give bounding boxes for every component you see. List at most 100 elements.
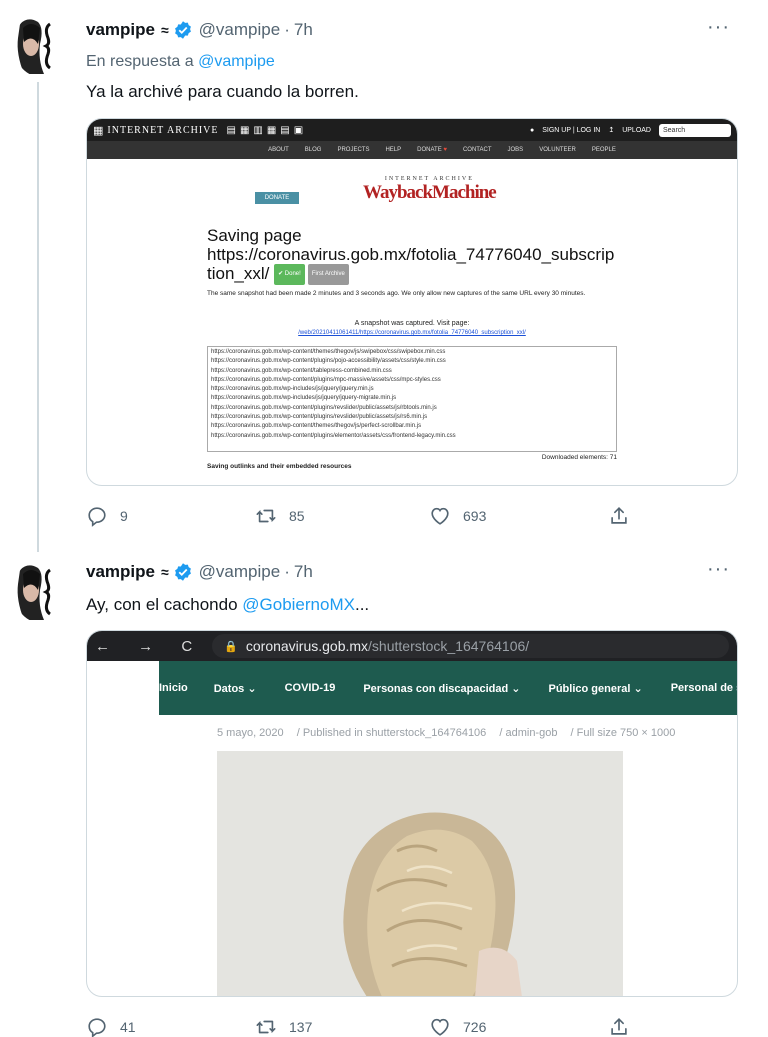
tweet-text-prefix: Ay, con el cachondo bbox=[86, 595, 238, 614]
tweet-media-image[interactable]: ▦ INTERNET ARCHIVE ▤▦▥▦▤▣ ● SIGN UP | LO… bbox=[86, 118, 738, 486]
share-button[interactable] bbox=[608, 505, 630, 527]
nav-item-donate: DONATE ♥ bbox=[417, 147, 447, 153]
tweet-media-image[interactable]: ← → C 🔒 coronavirus.gob.mx/shutterstock_… bbox=[86, 630, 738, 997]
heart-icon: ♥ bbox=[443, 147, 447, 153]
captured-text: A snapshot was captured. Visit page: bbox=[354, 320, 470, 327]
meta-author: / admin-gob bbox=[499, 727, 558, 739]
menu-item: Personas con discapacidad ⌄ bbox=[363, 682, 521, 695]
heart-icon bbox=[431, 1018, 449, 1036]
tweet-text-suffix: ... bbox=[354, 595, 370, 614]
browser-nav-icons: ← → C bbox=[95, 637, 205, 655]
avatar[interactable] bbox=[14, 14, 62, 76]
reply-icon bbox=[88, 507, 106, 527]
dot-separator: · bbox=[284, 562, 290, 581]
more-options-icon[interactable]: ··· bbox=[707, 16, 730, 39]
retweet-count: 85 bbox=[289, 508, 305, 524]
reply-icon bbox=[88, 1018, 106, 1037]
tweet-text: Ya la archivé para cuando la borren. bbox=[86, 82, 359, 101]
attachment-meta: 5 mayo, 2020 / Published in shutterstock… bbox=[217, 727, 685, 739]
avatar-image bbox=[14, 14, 62, 76]
ia-logo: INTERNET ARCHIVE bbox=[107, 124, 219, 136]
blonde-hair-photo bbox=[217, 751, 623, 996]
menu-item: Inicio bbox=[159, 682, 188, 694]
resource-line: https://coronavirus.gob.mx/wp-content/th… bbox=[211, 349, 446, 355]
retweet-icon bbox=[256, 509, 276, 523]
url-path: /shutterstock_164764106/ bbox=[368, 638, 530, 654]
donate-button: DONATE bbox=[255, 192, 299, 204]
menu-item: Personal de salud bbox=[670, 682, 737, 694]
retweet-icon bbox=[256, 1020, 276, 1034]
display-name[interactable]: vampipe bbox=[86, 562, 155, 582]
share-icon bbox=[611, 1018, 627, 1035]
resource-line: https://coronavirus.gob.mx/wp-includes/j… bbox=[211, 386, 374, 393]
resource-line: https://coronavirus.gob.mx/wp-content/pl… bbox=[211, 358, 446, 365]
verified-badge-icon bbox=[174, 563, 191, 581]
like-count: 726 bbox=[463, 1019, 487, 1035]
meta-size: / Full size 750 × 1000 bbox=[570, 727, 676, 739]
resource-line: https://coronavirus.gob.mx/wp-content/th… bbox=[211, 423, 422, 430]
logo-big-text: WaybackMachine bbox=[363, 182, 497, 203]
saving-title-prefix: Saving page bbox=[207, 226, 302, 245]
meta-date: 5 mayo, 2020 bbox=[217, 727, 284, 739]
stock-photo bbox=[217, 751, 623, 996]
browser-toolbar: ← → C 🔒 coronavirus.gob.mx/shutterstock_… bbox=[87, 631, 737, 661]
url-host: coronavirus.gob.mx bbox=[245, 638, 369, 654]
avatar-image bbox=[14, 560, 62, 622]
nav-item: PROJECTS bbox=[337, 147, 370, 153]
verified-badge-icon bbox=[174, 21, 191, 39]
resource-line: https://coronavirus.gob.mx/wp-content/pl… bbox=[211, 432, 456, 439]
reply-button[interactable]: 41 bbox=[86, 1016, 136, 1037]
timestamp[interactable]: 7h bbox=[294, 20, 313, 40]
menu-item: COVID-19 bbox=[284, 682, 336, 694]
handle[interactable]: @vampipe bbox=[199, 20, 281, 40]
archive-building-icon: ▦ bbox=[93, 124, 104, 137]
display-name[interactable]: vampipe bbox=[86, 20, 155, 40]
reply-mention[interactable]: @vampipe bbox=[198, 53, 275, 70]
more-options-icon[interactable]: ··· bbox=[707, 558, 730, 581]
resource-line: https://coronavirus.gob.mx/wp-includes/j… bbox=[211, 395, 397, 402]
heart-icon bbox=[431, 507, 449, 525]
saving-title-url: https://coronavirus.gob.mx/fotolia_74776… bbox=[207, 245, 615, 283]
reply-count: 9 bbox=[120, 508, 128, 524]
retweet-count: 137 bbox=[289, 1019, 313, 1035]
avatar[interactable] bbox=[14, 560, 62, 622]
like-button[interactable]: 726 bbox=[429, 1016, 486, 1037]
dot-separator: · bbox=[284, 20, 290, 39]
reply-prefix: En respuesta a bbox=[86, 53, 194, 70]
downloaded-count: Downloaded elements: 71 bbox=[541, 454, 617, 461]
like-button[interactable]: 693 bbox=[429, 505, 486, 527]
wayback-topbar: ▦ INTERNET ARCHIVE ▤▦▥▦▤▣ ● SIGN UP | LO… bbox=[87, 119, 737, 141]
share-icon bbox=[611, 507, 627, 524]
resource-line: https://coronavirus.gob.mx/wp-content/ta… bbox=[211, 367, 392, 374]
tweet-actions: 9 85 693 bbox=[86, 504, 646, 528]
resources-list: https://coronavirus.gob.mx/wp-content/th… bbox=[207, 346, 617, 452]
meta-published: / Published in shutterstock_164764106 bbox=[296, 727, 487, 739]
browser-url-bar: 🔒 coronavirus.gob.mx/shutterstock_164764… bbox=[212, 634, 729, 658]
upload-icon: ↥ bbox=[608, 127, 615, 134]
first-archive-badge: First Archive bbox=[307, 264, 349, 286]
tweet-mention[interactable]: @GobiernoMX bbox=[242, 595, 355, 614]
reply-button[interactable]: 9 bbox=[86, 505, 128, 527]
menu-item: Datos ⌄ bbox=[213, 682, 257, 695]
resource-line: https://coronavirus.gob.mx/wp-content/pl… bbox=[211, 404, 437, 411]
resource-line: https://coronavirus.gob.mx/wp-content/pl… bbox=[211, 376, 441, 383]
name-emoji: ≈ bbox=[160, 22, 169, 38]
nav-item: PEOPLE bbox=[591, 147, 616, 153]
wayback-logo: INTERNET ARCHIVE WaybackMachine bbox=[363, 176, 497, 204]
upload-link: UPLOAD bbox=[622, 126, 651, 134]
nav-item: CONTACT bbox=[462, 147, 492, 153]
nav-item: VOLUNTEER bbox=[539, 147, 576, 153]
wayback-search-input: Search bbox=[659, 123, 731, 137]
handle[interactable]: @vampipe bbox=[199, 562, 281, 582]
share-button[interactable] bbox=[608, 1016, 630, 1037]
retweet-button[interactable]: 85 bbox=[255, 505, 305, 527]
wayback-nav: ABOUT BLOG PROJECTS HELP DONATE ♥ CONTAC… bbox=[87, 141, 737, 159]
media-type-icons: ▤▦▥▦▤▣ bbox=[226, 124, 308, 136]
nav-item: ABOUT bbox=[268, 147, 289, 153]
timestamp[interactable]: 7h bbox=[294, 562, 313, 582]
reply-count: 41 bbox=[120, 1019, 136, 1035]
user-icon: ● bbox=[530, 126, 535, 134]
tweet-text: Ay, con el cachondo @GobiernoMX... bbox=[86, 595, 369, 615]
saving-outlinks: Saving outlinks and their embedded resou… bbox=[207, 463, 352, 470]
retweet-button[interactable]: 137 bbox=[255, 1016, 312, 1037]
